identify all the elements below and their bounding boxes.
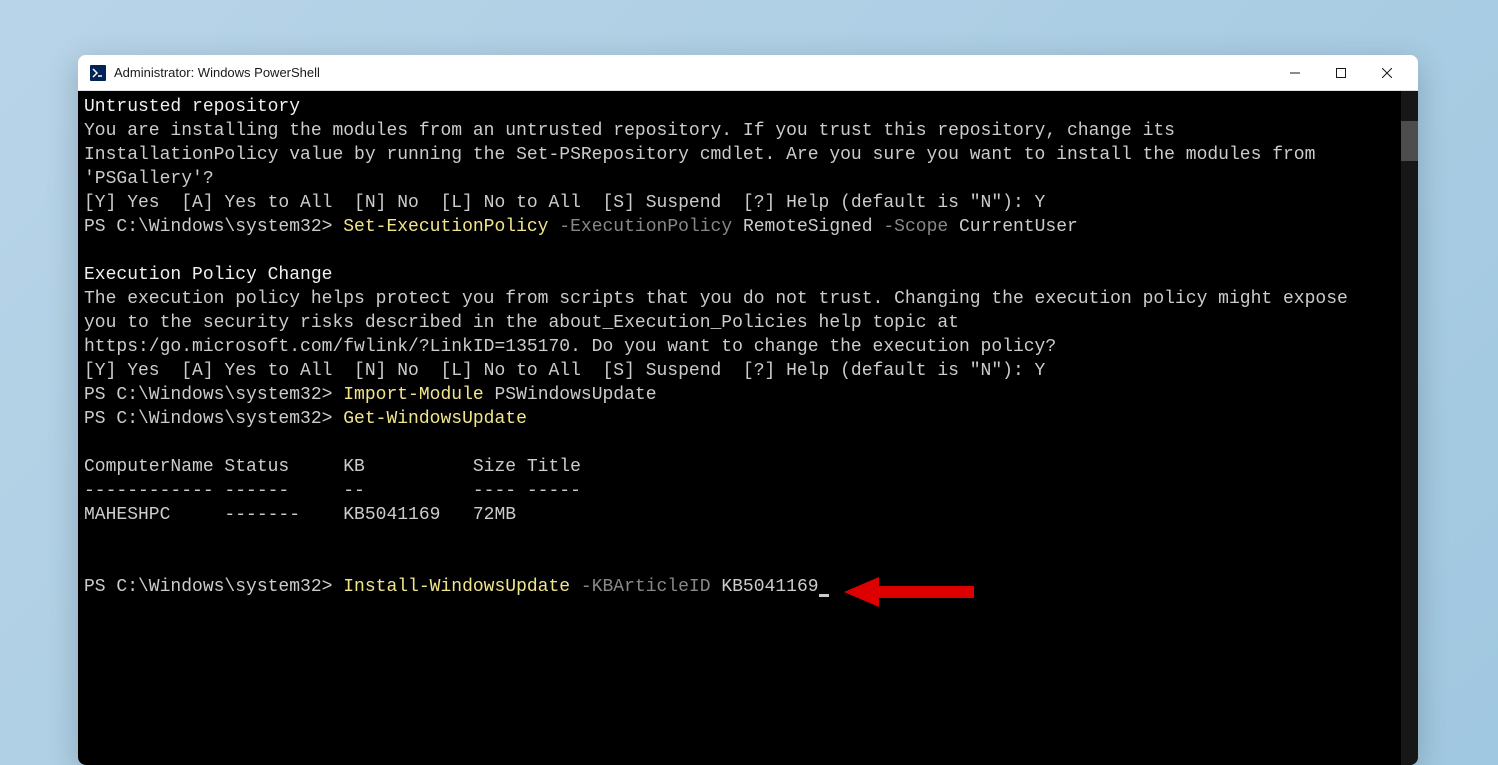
cursor <box>819 594 829 597</box>
terminal-area[interactable]: Untrusted repository You are installing … <box>78 91 1418 765</box>
titlebar[interactable]: Administrator: Windows PowerShell <box>78 55 1418 91</box>
terminal-line: You are installing the modules from an u… <box>84 121 1175 141</box>
terminal-line: InstallationPolicy value by running the … <box>84 145 1315 165</box>
window-title: Administrator: Windows PowerShell <box>114 65 1272 80</box>
terminal-line: https:/go.microsoft.com/fwlink/?LinkID=1… <box>84 337 1056 357</box>
command-text: Install-WindowsUpdate <box>343 577 581 597</box>
command-text: Get-WindowsUpdate <box>343 409 527 429</box>
terminal-line: 'PSGallery'? <box>84 169 214 189</box>
terminal-line: Untrusted repository <box>84 97 300 117</box>
terminal-line: Execution Policy Change <box>84 265 332 285</box>
powershell-window: Administrator: Windows PowerShell Untrus… <box>78 55 1418 765</box>
command-text: Set-ExecutionPolicy <box>343 217 559 237</box>
prompt: PS C:\Windows\system32> <box>84 385 343 405</box>
command-param: -Scope <box>883 217 959 237</box>
scrollbar-thumb[interactable] <box>1401 121 1418 161</box>
terminal-line: The execution policy helps protect you f… <box>84 289 1348 309</box>
close-button[interactable] <box>1364 55 1410 91</box>
prompt: PS C:\Windows\system32> <box>84 409 343 429</box>
table-row: MAHESHPC ------- KB5041169 72MB <box>84 505 516 525</box>
command-param: -KBArticleID <box>581 577 721 597</box>
command-arg: CurrentUser <box>959 217 1078 237</box>
window-controls <box>1272 55 1410 91</box>
command-param: -ExecutionPolicy <box>559 217 743 237</box>
table-divider: ------------ ------ -- ---- ----- <box>84 481 581 501</box>
terminal-line: you to the security risks described in t… <box>84 313 959 333</box>
command-text: Import-Module <box>343 385 494 405</box>
prompt: PS C:\Windows\system32> <box>84 577 343 597</box>
command-arg: KB5041169 <box>721 577 818 597</box>
terminal-line: [Y] Yes [A] Yes to All [N] No [L] No to … <box>84 361 1045 381</box>
minimize-button[interactable] <box>1272 55 1318 91</box>
scrollbar[interactable] <box>1401 91 1418 765</box>
powershell-icon <box>90 65 106 81</box>
maximize-button[interactable] <box>1318 55 1364 91</box>
table-header: ComputerName Status KB Size Title <box>84 457 581 477</box>
command-arg: RemoteSigned <box>743 217 883 237</box>
terminal-content[interactable]: Untrusted repository You are installing … <box>78 91 1401 765</box>
command-arg: PSWindowsUpdate <box>494 385 656 405</box>
terminal-line: [Y] Yes [A] Yes to All [N] No [L] No to … <box>84 193 1045 213</box>
prompt: PS C:\Windows\system32> <box>84 217 343 237</box>
